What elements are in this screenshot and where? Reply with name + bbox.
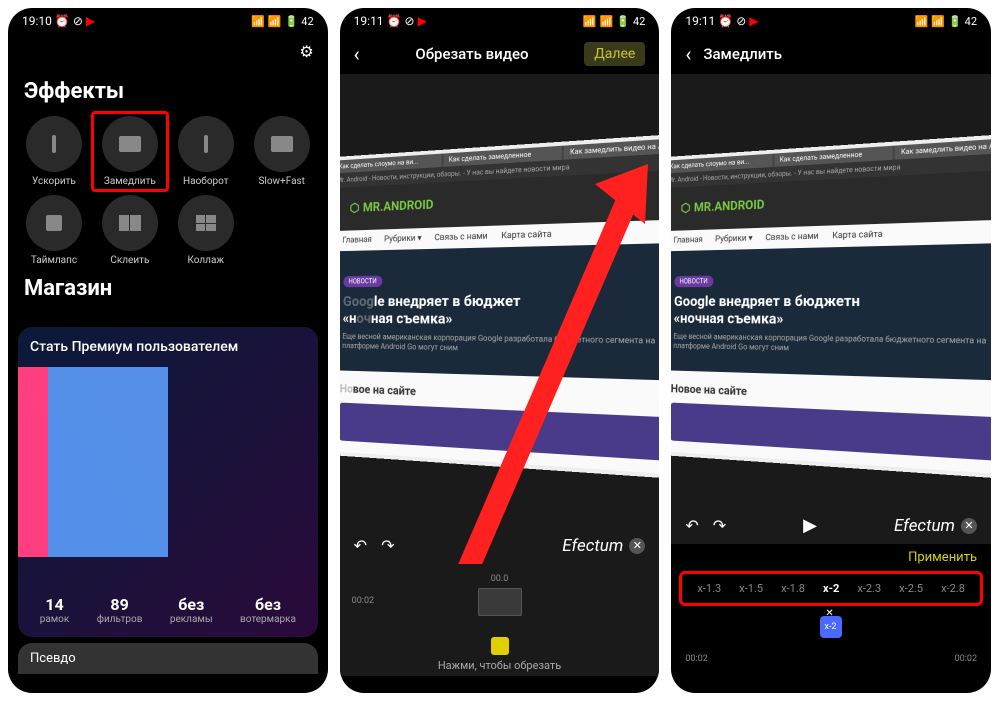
alarm-icon: ⏰ — [718, 14, 733, 28]
video-preview[interactable]: Как сделать слоумо на ви...Как сделать з… — [671, 74, 991, 544]
watermark: Efectum✕ — [562, 536, 645, 556]
video-preview[interactable]: Как сделать слоумо на ви...Как сделать з… — [340, 74, 660, 564]
effects-grid: Ускорить Замедлить Наоборот Slow+Fast Та… — [8, 116, 328, 266]
yt-icon: ▶ — [86, 14, 95, 28]
premium-label: Стать Премиум пользователем — [18, 327, 318, 367]
wifi-icon: 📶 — [600, 15, 614, 28]
signal-icon: 📶 — [251, 15, 265, 28]
effect-merge[interactable]: Склеить — [96, 195, 164, 266]
speed-opt[interactable]: x-1.5 — [739, 582, 763, 595]
speed-opt[interactable]: x-2.5 — [899, 582, 923, 595]
premium-card[interactable]: Стать Премиум пользователем 14рамок 89фи… — [18, 327, 318, 637]
back-icon[interactable]: ‹ — [354, 42, 360, 66]
undo-icon[interactable]: ↶ — [685, 516, 698, 535]
statusbar: 19:10 ⏰ ⊘ ▶ 📶 📶 🔋42 — [8, 8, 328, 34]
effect-slowdown[interactable]: Замедлить — [91, 111, 169, 192]
speed-slider[interactable]: ✕ x-2 — [685, 622, 977, 648]
effect-speedup[interactable]: Ускорить — [20, 116, 88, 187]
header: ‹ Обрезать видео Далее — [340, 34, 660, 74]
effect-reverse[interactable]: Наоборот — [172, 116, 240, 187]
hero-title: Google внедряет в бюджетн«ночная съемка» — [674, 291, 991, 330]
screen-effects: 19:10 ⏰ ⊘ ▶ 📶 📶 🔋42 ⚙ Эффекты Ускорить З… — [8, 8, 328, 693]
back-icon[interactable]: ‹ — [685, 42, 691, 66]
alarm-icon: ⏰ — [387, 14, 402, 28]
screen-title: Обрезать видео — [415, 45, 528, 63]
wifi-icon: 📶 — [268, 15, 282, 28]
speed-opt[interactable]: x-2.3 — [857, 582, 881, 595]
controls: ↶ ↷ ▶ Efectum✕ — [671, 515, 991, 536]
redo-icon[interactable]: ↷ — [713, 516, 726, 535]
screen-slowdown: 19:11 ⏰ ⊘ ▶ 📶 📶 🔋42 ‹ Замедлить Как сдел… — [671, 8, 991, 693]
web-mock: Как сделать слоумо на ви...Как сделать з… — [671, 132, 991, 480]
speed-selector: x-1.3 x-1.5 x-1.8 x-2 x-2.3 x-2.5 x-2.8 — [679, 571, 983, 606]
gear-icon[interactable]: ⚙ — [299, 42, 313, 61]
dnd-icon: ⊘ — [736, 14, 746, 28]
web-mock: Как сделать слоумо на ви...Как сделать з… — [340, 132, 660, 480]
wifi-icon: 📶 — [931, 15, 945, 28]
triangle-art — [18, 367, 168, 557]
speed-opt-active[interactable]: x-2 — [823, 582, 839, 595]
timeline-thumb[interactable] — [478, 588, 522, 616]
statusbar: 19:11 ⏰ ⊘ ▶ 📶 📶 🔋42 — [671, 8, 991, 34]
apply-button[interactable]: Применить — [671, 544, 991, 571]
stats-row: 14рамок 89фильтров безрекламы безвотерма… — [18, 595, 318, 625]
undo-icon[interactable]: ↶ — [354, 536, 367, 555]
header: ‹ Замедлить — [671, 34, 991, 74]
screen-title: Замедлить — [703, 45, 782, 63]
screen-trim: 19:11 ⏰ ⊘ ▶ 📶 📶 🔋42 ‹ Обрезать видео Дал… — [340, 8, 660, 693]
yt-icon: ▶ — [418, 14, 427, 28]
trim-marker[interactable] — [491, 637, 509, 655]
stat-frames: 14рамок — [40, 595, 70, 625]
play-button[interactable]: ▶ — [471, 535, 485, 556]
battery-icon: 🔋 — [285, 15, 299, 28]
pseudo-card[interactable]: Псевдо — [18, 643, 318, 674]
stat-noads: безрекламы — [170, 595, 213, 625]
remove-wm-icon[interactable]: ✕ — [961, 518, 977, 534]
effect-slowfast[interactable]: Slow+Fast — [248, 116, 316, 187]
speed-opt[interactable]: x-1.8 — [781, 582, 805, 595]
status-time: 19:11 — [685, 14, 715, 28]
header: ⚙ — [8, 34, 328, 69]
watermark: Efectum✕ — [894, 516, 977, 536]
redo-icon[interactable]: ↷ — [381, 536, 394, 555]
effects-title: Эффекты — [8, 69, 328, 116]
logo: ⬡MR.ANDROID — [671, 178, 991, 224]
next-button[interactable]: Далее — [584, 42, 645, 66]
speed-handle[interactable]: x-2 — [820, 616, 842, 638]
battery-icon: 🔋 — [948, 15, 962, 28]
status-time: 19:11 — [354, 14, 384, 28]
controls: ↶ ↷ ▶ Efectum✕ — [340, 535, 660, 556]
stat-nowm: безвотермарка — [240, 595, 296, 625]
yt-icon: ▶ — [749, 14, 758, 28]
play-button[interactable]: ▶ — [803, 515, 817, 536]
slider-times: 00:02 00:02 — [671, 654, 991, 670]
dnd-icon: ⊘ — [73, 14, 83, 28]
signal-icon: 📶 — [583, 15, 597, 28]
statusbar: 19:11 ⏰ ⊘ ▶ 📶 📶 🔋42 — [340, 8, 660, 34]
battery-icon: 🔋 — [616, 15, 630, 28]
remove-wm-icon[interactable]: ✕ — [629, 538, 645, 554]
effect-timelapse[interactable]: Таймлапс — [20, 195, 88, 266]
store-title: Магазин — [8, 266, 328, 313]
stat-filters: 89фильтров — [97, 595, 143, 625]
logo: ⬡MR.ANDROID — [340, 178, 660, 224]
speed-opt[interactable]: x-1.3 — [697, 582, 721, 595]
trim-hint: Нажми, чтобы обрезать — [352, 655, 648, 676]
alarm-icon: ⏰ — [55, 14, 70, 28]
status-time: 19:10 — [22, 14, 52, 28]
effect-collage[interactable]: Коллаж — [172, 195, 240, 266]
signal-icon: 📶 — [915, 15, 929, 28]
speed-opt[interactable]: x-2.8 — [941, 582, 965, 595]
timeline[interactable]: 00.0 00:02 Нажми, чтобы обрезать — [340, 564, 660, 676]
dnd-icon: ⊘ — [405, 14, 415, 28]
